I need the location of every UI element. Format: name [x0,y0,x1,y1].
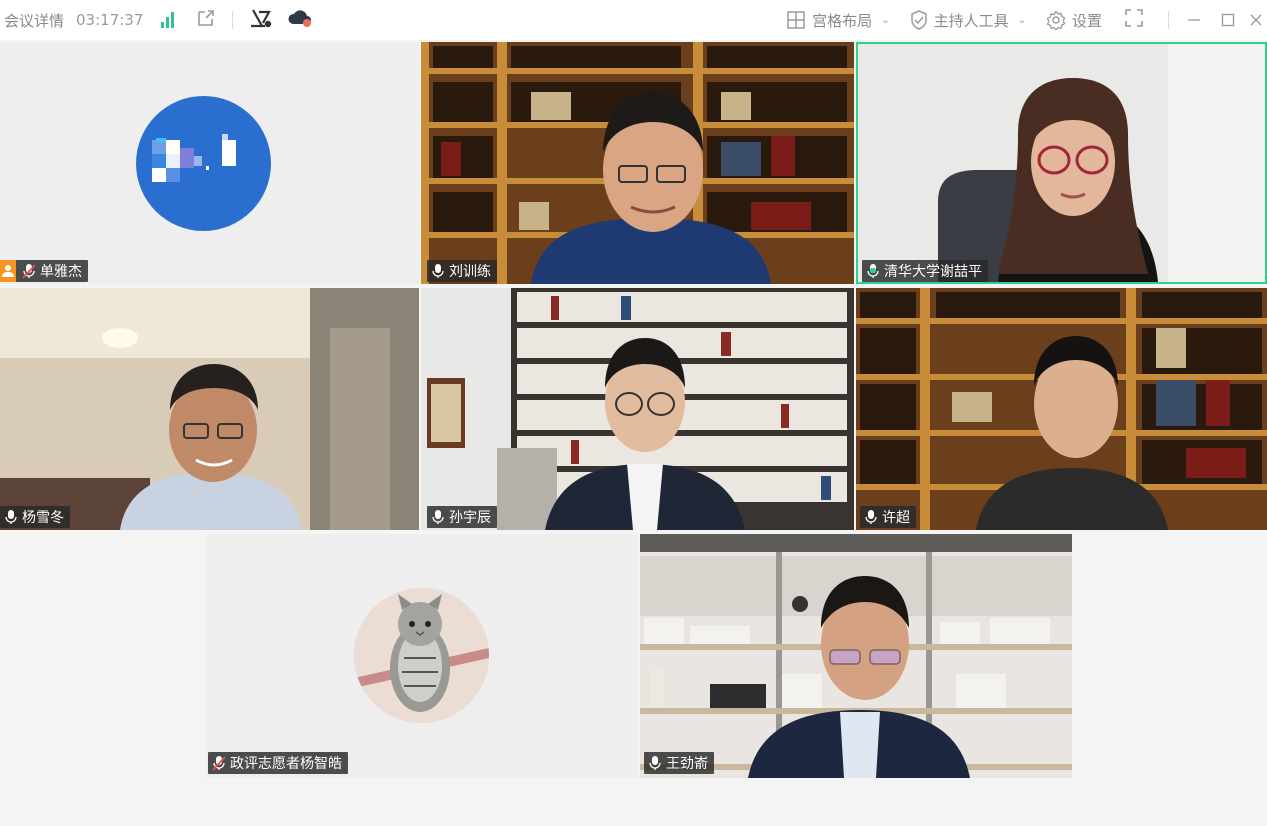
participant-name-tag: 许超 [860,506,916,528]
mic-muted-icon [212,755,226,771]
participant-name-tag: 清华大学谢喆平 [862,260,988,282]
share-out-icon[interactable] [196,8,216,32]
participant-name-tag: 政评志愿者杨智皓 [208,752,348,774]
participant-name: 单雅杰 [40,264,82,280]
avatar [136,96,271,231]
settings-label: 设置 [1071,11,1102,30]
participant-name: 清华大学谢喆平 [884,264,982,280]
person-figure [421,288,854,530]
participant-name-tag: 单雅杰 [0,260,88,282]
host-tools-label: 主持人工具 [933,11,1009,30]
host-tools-button[interactable]: 主持人工具 ⌄ [910,10,1026,31]
video-tile[interactable]: 许超 [856,288,1267,530]
toolbar-left: 会议详情 03:17:37 [4,0,313,40]
mic-icon [431,509,445,525]
mic-muted-icon [22,263,36,279]
whiteboard-off-icon[interactable] [249,7,273,33]
person-figure [856,288,1267,530]
signal-icon[interactable] [161,12,175,28]
participant-name: 刘训练 [449,264,491,280]
close-icon[interactable] [1245,0,1267,40]
mic-icon [4,509,18,525]
video-tile-active-speaker[interactable]: 清华大学谢喆平 [856,42,1267,284]
video-tile[interactable]: 单雅杰 [0,42,419,284]
video-tile[interactable]: 杨雪冬 [0,288,419,530]
video-tile[interactable]: 孙宇辰 [421,288,854,530]
participant-name: 王劲嵛 [666,756,708,772]
meeting-details-button[interactable]: 会议详情 [4,10,64,31]
participant-name-tag: 杨雪冬 [0,506,70,528]
person-figure [0,288,419,530]
chevron-down-icon: ⌄ [1017,14,1026,26]
mic-icon [648,755,662,771]
toolbar-right: 宫格布局 ⌄ 主持人工具 ⌄ 设置 [786,0,1267,40]
gear-icon [1046,10,1066,30]
avatar [354,588,489,723]
participant-name-tag: 刘训练 [427,260,497,282]
fullscreen-icon[interactable] [1124,8,1144,32]
participant-name: 孙宇辰 [449,510,491,526]
video-tile[interactable]: 刘训练 [421,42,854,284]
mic-icon [431,263,445,279]
meeting-duration: 03:17:37 [76,11,144,29]
video-tile[interactable]: 王劲嵛 [640,534,1072,778]
participant-name-tag: 孙宇辰 [427,506,497,528]
participant-name: 杨雪冬 [22,510,64,526]
shield-check-icon [910,10,927,30]
maximize-icon[interactable] [1211,0,1245,40]
grid-layout-icon [787,11,805,29]
settings-button[interactable]: 设置 [1046,10,1102,31]
person-figure [640,534,1072,778]
mic-icon [864,509,878,525]
person-figure [858,44,1265,282]
minimize-icon[interactable] [1177,0,1211,40]
chevron-down-icon: ⌄ [881,14,890,26]
participant-name: 政评志愿者杨智皓 [230,756,342,772]
video-tile[interactable]: 政评志愿者杨智皓 [206,534,638,778]
participant-name-tag: 王劲嵛 [644,752,714,774]
meeting-toolbar: 会议详情 03:17:37 宫格布局 ⌄ 主持人工具 ⌄ 设置 [0,0,1267,40]
host-badge-icon [0,260,16,282]
person-figure [531,92,771,284]
layout-label: 宫格布局 [812,11,873,30]
mic-active-icon [866,263,880,279]
cloud-recording-icon[interactable] [287,8,313,32]
layout-menu-button[interactable]: 宫格布局 ⌄ [786,10,890,31]
participant-name: 许超 [882,510,910,526]
